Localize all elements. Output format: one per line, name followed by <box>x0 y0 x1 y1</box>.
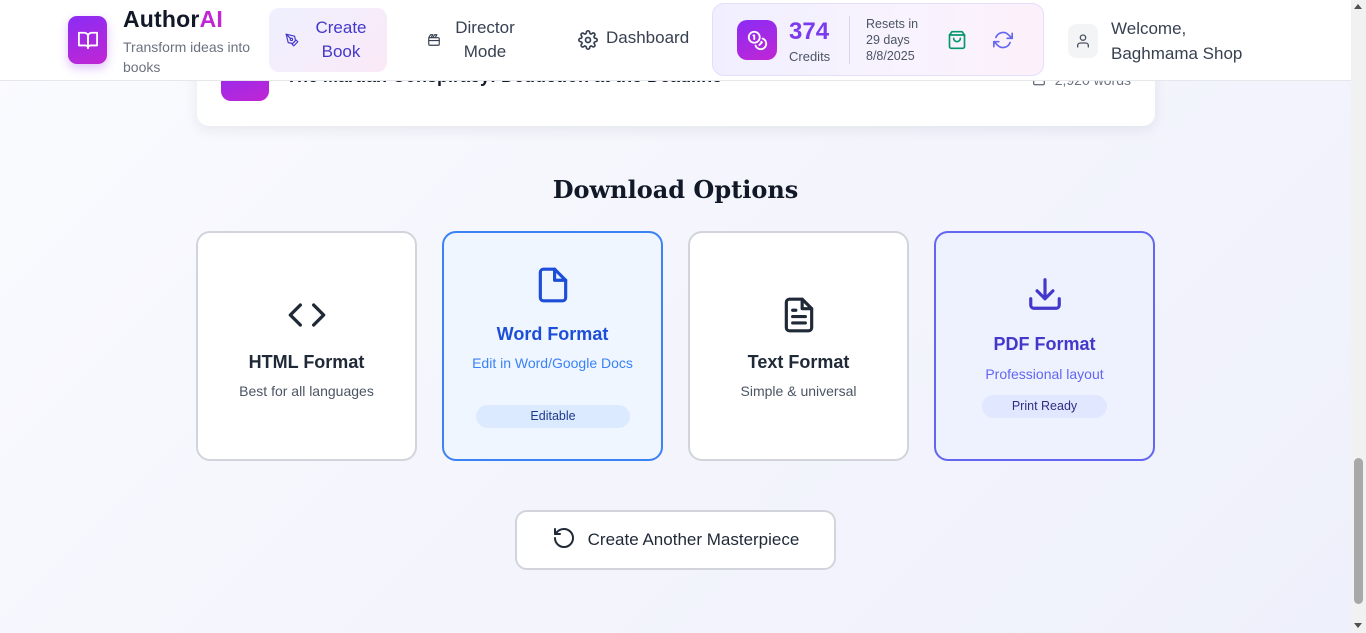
pdf-option-subtitle: Professional layout <box>985 366 1104 382</box>
scrollbar-thumb[interactable] <box>1354 458 1363 604</box>
page-scrollbar[interactable] <box>1351 0 1366 633</box>
rotate-ccw-icon <box>552 526 576 555</box>
scroll-down-arrow-icon[interactable] <box>1354 623 1362 628</box>
welcome-label: Welcome, <box>1111 19 1187 38</box>
word-option-badge: Editable <box>476 405 630 428</box>
brand-suffix: AI <box>199 6 223 32</box>
download-pdf-option[interactable]: PDF Format Professional layout Print Rea… <box>934 231 1155 461</box>
html-option-title: HTML Format <box>248 352 365 372</box>
download-text-option[interactable]: Text Format Simple & universal <box>688 231 909 461</box>
file-text-icon <box>690 295 907 335</box>
reset-days: 29 days <box>866 33 910 47</box>
code-icon <box>198 295 415 335</box>
shopping-bag-icon[interactable] <box>947 30 967 55</box>
gear-icon <box>578 30 598 55</box>
credits-reset-info: Resets in 29 days 8/8/2025 <box>866 16 918 64</box>
scroll-up-arrow-icon[interactable] <box>1354 4 1362 9</box>
nav-dashboard-button[interactable]: Dashboard <box>566 8 704 72</box>
pdf-option-title: PDF Format <box>993 334 1096 354</box>
word-option-subtitle: Edit in Word/Google Docs <box>472 355 633 371</box>
brand-prefix: Author <box>123 6 200 32</box>
nav-create-book-button[interactable]: Create Book <box>269 8 387 72</box>
refresh-icon[interactable] <box>993 30 1013 55</box>
nav-dashboard-label: Dashboard <box>606 28 690 47</box>
nav-director-mode-label: Director Mode <box>455 18 515 61</box>
credits-panel: 374 Credits Resets in 29 days 8/8/2025 <box>712 3 1044 76</box>
text-option-title: Text Format <box>747 352 850 372</box>
clapperboard-icon <box>427 32 441 52</box>
download-html-option[interactable]: HTML Format Best for all languages <box>196 231 417 461</box>
file-icon <box>444 265 661 305</box>
pdf-option-badge: Print Ready <box>982 395 1107 418</box>
create-another-label: Create Another Masterpiece <box>587 530 800 549</box>
nav-create-book-label: Create Book <box>315 18 367 61</box>
user-avatar-icon[interactable] <box>1068 24 1098 58</box>
app-header: AuthorAI Transform ideas into books Crea… <box>0 0 1351 81</box>
coins-icon <box>737 20 777 60</box>
credits-divider <box>849 16 850 64</box>
credits-label: Credits <box>789 49 831 64</box>
pen-tool-icon <box>285 32 299 52</box>
download-word-option[interactable]: Word Format Edit in Word/Google Docs Edi… <box>442 231 663 461</box>
html-option-subtitle: Best for all languages <box>239 383 374 399</box>
logo-book-icon[interactable] <box>68 16 107 64</box>
download-options-title: Download Options <box>552 175 799 204</box>
brand-name[interactable]: AuthorAI <box>123 6 223 33</box>
reset-label: Resets in <box>866 17 919 31</box>
word-option-title: Word Format <box>496 324 609 344</box>
reset-date: 8/8/2025 <box>866 49 915 63</box>
credits-value: 374 <box>789 18 830 45</box>
nav-director-mode-button[interactable]: Director Mode <box>411 8 533 72</box>
brand-tagline: Transform ideas into books <box>123 39 251 75</box>
welcome-text: Welcome, Baghmama Shop <box>1111 16 1242 66</box>
download-icon <box>936 275 1153 313</box>
create-another-button[interactable]: Create Another Masterpiece <box>515 510 836 570</box>
text-option-subtitle: Simple & universal <box>740 383 857 399</box>
user-name: Baghmama Shop <box>1111 44 1243 63</box>
